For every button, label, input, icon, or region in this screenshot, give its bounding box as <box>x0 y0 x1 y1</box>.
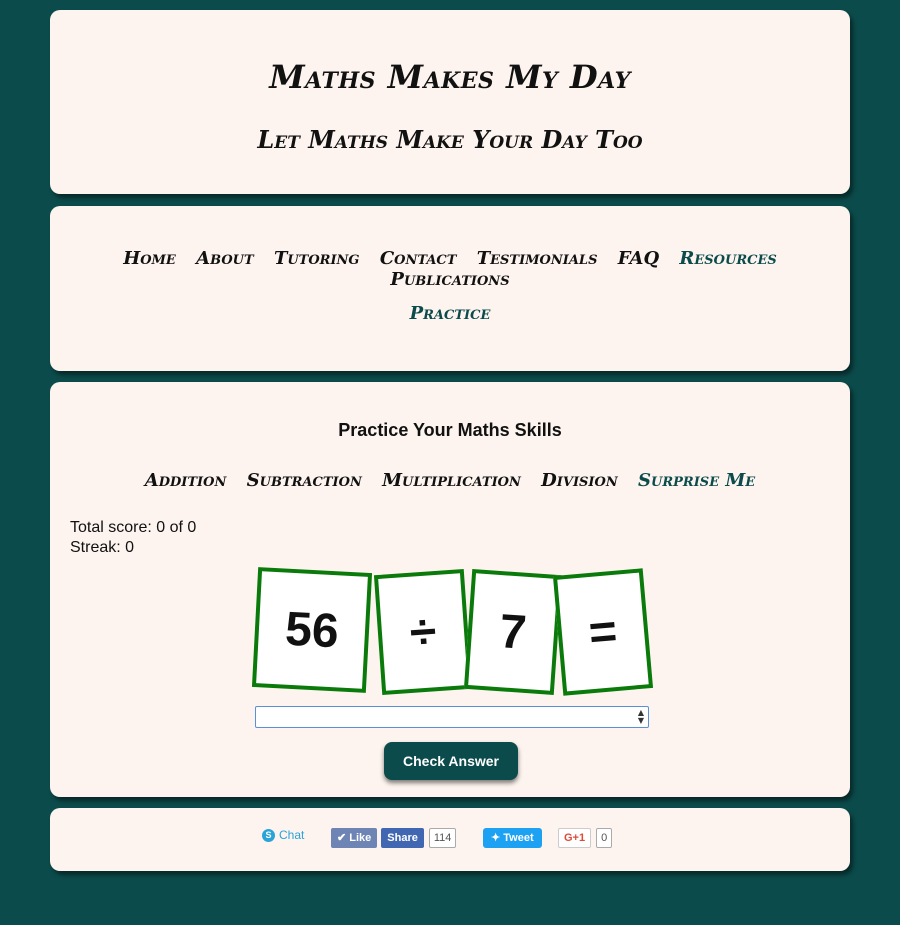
sub-nav: Practice <box>50 303 850 324</box>
check-answer-button[interactable]: Check Answer <box>384 742 518 780</box>
op-multiplication[interactable]: Multiplication <box>382 470 521 491</box>
total-score: Total score: 0 of 0 <box>70 519 197 536</box>
nav-publications[interactable]: Publications <box>390 269 509 290</box>
facebook-widget: ✔ Like Share 114 <box>331 828 457 848</box>
nav-about[interactable]: About <box>196 248 254 269</box>
site-title: Maths Makes My Day <box>269 58 631 96</box>
gplus-count: 0 <box>596 828 613 848</box>
facebook-share-button[interactable]: Share <box>381 828 424 848</box>
gplus-widget: G+1 0 <box>558 828 613 848</box>
streak: Streak: 0 <box>70 539 135 556</box>
spinner-icon[interactable]: ▲ ▼ <box>638 709 644 725</box>
score-block: Total score: 0 of 0 Streak: 0 <box>70 518 196 558</box>
op-addition[interactable]: Addition <box>145 470 227 491</box>
card-operand-1: 56 <box>251 567 373 693</box>
facebook-like-button[interactable]: ✔ Like <box>331 828 378 848</box>
site-subtitle: Let Maths Make Your Day Too <box>257 125 643 154</box>
social-panel: S Chat ✔ Like Share 114 ✦ Tweet G+1 0 <box>50 808 850 871</box>
tweet-label: Tweet <box>503 832 534 844</box>
operation-tabs: Addition Subtraction Multiplication Divi… <box>50 470 850 491</box>
op-subtraction[interactable]: Subtraction <box>247 470 362 491</box>
tweet-widget: ✦ Tweet <box>483 828 542 848</box>
nav-home[interactable]: Home <box>123 248 176 269</box>
nav-contact[interactable]: Contact <box>380 248 457 269</box>
card-equals: = <box>552 568 654 696</box>
gplus-button[interactable]: G+1 <box>558 828 592 848</box>
tweet-button[interactable]: ✦ Tweet <box>483 828 542 848</box>
nav-practice[interactable]: Practice <box>410 303 491 324</box>
card-operand-2: 7 <box>463 569 563 695</box>
main-nav: Home About Tutoring Contact Testimonials… <box>50 248 850 290</box>
op-division[interactable]: Division <box>541 470 618 491</box>
share-count: 114 <box>428 828 457 848</box>
skype-chat-label: Chat <box>279 828 305 842</box>
nav-testimonials[interactable]: Testimonials <box>477 248 598 269</box>
practice-panel: Practice Your Maths Skills Addition Subt… <box>50 382 850 797</box>
op-surprise-me[interactable]: Surprise Me <box>638 470 755 491</box>
skype-icon: S <box>262 828 275 842</box>
nav-panel: Home About Tutoring Contact Testimonials… <box>50 206 850 371</box>
skype-chat-button[interactable]: S Chat <box>262 828 304 842</box>
nav-faq[interactable]: FAQ <box>618 248 659 269</box>
practice-title: Practice Your Maths Skills <box>338 420 562 440</box>
answer-input[interactable]: ▲ ▼ <box>255 706 649 728</box>
nav-tutoring[interactable]: Tutoring <box>274 248 360 269</box>
nav-resources[interactable]: Resources <box>679 248 776 269</box>
twitter-bird-icon: ✦ <box>491 832 501 844</box>
like-label: Like <box>349 832 372 844</box>
card-operator: ÷ <box>373 569 473 695</box>
header-panel: Maths Makes My Day Let Maths Make Your D… <box>50 10 850 194</box>
